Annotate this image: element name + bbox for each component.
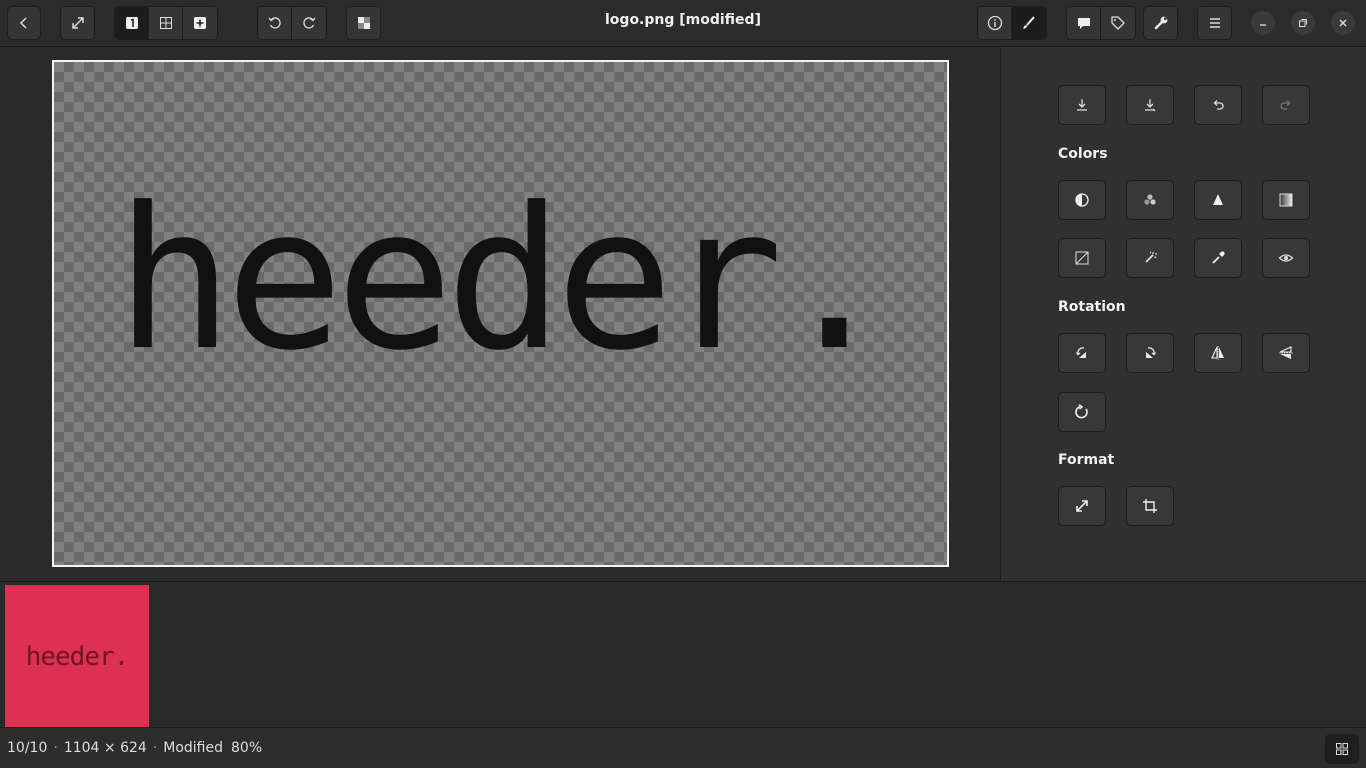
sharpen-button[interactable] (1194, 180, 1242, 220)
free-rotate-button[interactable] (1058, 392, 1106, 432)
save-as-button[interactable] (1126, 85, 1174, 125)
rotate-left-icon (267, 17, 281, 29)
fullscreen-button[interactable] (60, 6, 95, 40)
image-dimensions: 1104 × 624 (63, 740, 147, 756)
single-view-icon (125, 17, 138, 29)
invert-colors-button[interactable] (1058, 180, 1106, 220)
status-info: 10/10 · 1104 × 624 · Modified (7, 740, 223, 756)
image-viewer: heeder. (0, 47, 1000, 581)
grid-icon (1336, 743, 1348, 755)
status-separator: · (152, 740, 158, 756)
comment-button[interactable] (1067, 7, 1101, 39)
image-canvas[interactable]: heeder. (52, 60, 949, 567)
gradient-icon (1279, 193, 1293, 207)
crop-button[interactable] (1126, 486, 1174, 526)
panel-toggle-group (977, 6, 1047, 40)
info-button[interactable] (978, 7, 1012, 39)
header-bar: logo.png [modified] (0, 0, 1366, 47)
add-icon (194, 17, 206, 29)
status-bar: 10/10 · 1104 × 624 · Modified 80% (0, 727, 1366, 768)
rotate-right-icon (303, 17, 316, 29)
transparency-button[interactable] (346, 6, 381, 40)
color-channels-icon (1144, 194, 1156, 205)
chevron-left-icon (19, 17, 27, 29)
format-section-label: Format (1058, 452, 1115, 468)
fullscreen-icon (71, 17, 84, 29)
tag-icon (1111, 16, 1125, 30)
thumbnail-text: heeder. (25, 641, 130, 672)
saturation-button[interactable] (1126, 180, 1174, 220)
gallery-view-icon (159, 17, 172, 29)
color-picker-button[interactable] (1194, 238, 1242, 278)
toggle-gallery-button[interactable] (1325, 734, 1359, 764)
tag-button[interactable] (1101, 7, 1135, 39)
status-separator: · (53, 740, 58, 756)
undo-icon (1213, 100, 1224, 110)
curves-icon (1075, 251, 1089, 265)
rotate-right-button[interactable] (292, 7, 326, 39)
eye-icon (1278, 254, 1294, 262)
redo-button[interactable] (1262, 85, 1310, 125)
auto-enhance-button[interactable] (1126, 238, 1174, 278)
close-icon (1339, 19, 1347, 27)
gallery-view-button[interactable] (149, 7, 183, 39)
extra-toggle-group (1066, 6, 1136, 40)
comment-icon (1077, 18, 1090, 29)
transparency-checker-icon (357, 17, 370, 29)
info-icon (987, 15, 1002, 31)
view-mode-group (114, 6, 218, 40)
red-eye-button[interactable] (1262, 238, 1310, 278)
rotate-left-90-icon (1076, 347, 1086, 358)
thumbnail-item[interactable]: heeder. (5, 585, 149, 728)
rotate-clockwise-icon (1075, 404, 1088, 419)
redo-icon (1280, 100, 1291, 110)
image-state: Modified (163, 740, 223, 756)
back-button[interactable] (7, 6, 41, 40)
resize-button[interactable] (1058, 486, 1106, 526)
image-position: 10/10 (7, 740, 48, 756)
eyedropper-icon (1212, 251, 1225, 264)
contrast-icon (1075, 193, 1089, 207)
single-view-button[interactable] (115, 7, 149, 39)
zoom-level[interactable]: 80% (231, 740, 262, 756)
resize-icon (1076, 500, 1088, 512)
minimize-icon (1260, 24, 1266, 26)
hamburger-menu-icon (1209, 18, 1220, 28)
restore-icon (1299, 19, 1307, 27)
flip-horizontal-button[interactable] (1194, 333, 1242, 373)
rotate-right-90-button[interactable] (1126, 333, 1174, 373)
magic-wand-icon (1145, 251, 1157, 263)
crop-icon (1143, 499, 1157, 513)
add-button[interactable] (183, 7, 217, 39)
minimize-button[interactable] (1251, 11, 1275, 35)
save-button[interactable] (1058, 85, 1106, 125)
save-icon (1077, 99, 1087, 111)
tools-button[interactable] (1143, 6, 1178, 40)
rotation-section-label: Rotation (1058, 299, 1126, 315)
rotate-left-button[interactable] (258, 7, 292, 39)
main-menu-button[interactable] (1197, 6, 1232, 40)
maximize-button[interactable] (1291, 11, 1315, 35)
flip-vertical-icon (1279, 346, 1293, 359)
save-as-icon (1145, 99, 1156, 112)
edit-button[interactable] (1012, 7, 1046, 39)
wrench-icon (1154, 16, 1167, 30)
sharpen-triangle-icon (1213, 194, 1223, 205)
rotate-left-90-button[interactable] (1058, 333, 1106, 373)
edit-panel: Colors Rotation Format (1000, 47, 1366, 581)
curves-button[interactable] (1058, 238, 1106, 278)
flip-horizontal-icon (1211, 346, 1224, 360)
gradient-button[interactable] (1262, 180, 1310, 220)
close-button[interactable] (1331, 11, 1355, 35)
thumbnail-strip: heeder. (0, 581, 1366, 728)
rotate-right-90-icon (1146, 347, 1156, 358)
logo-image-text: heeder. (115, 166, 893, 394)
edit-brush-icon (1023, 16, 1035, 29)
rotate-group (257, 6, 327, 40)
undo-button[interactable] (1194, 85, 1242, 125)
flip-vertical-button[interactable] (1262, 333, 1310, 373)
colors-section-label: Colors (1058, 146, 1108, 162)
